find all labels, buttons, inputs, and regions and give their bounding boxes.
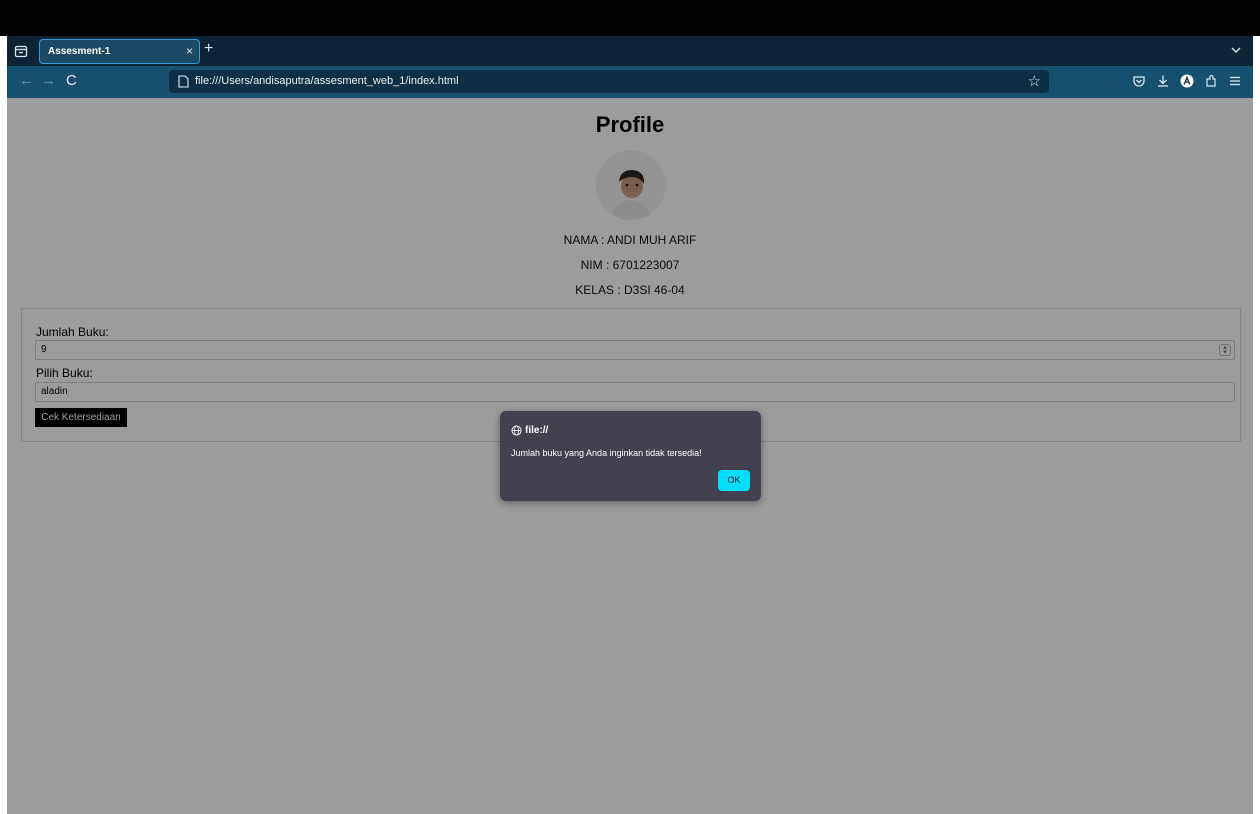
alert-dialog: file:// Jumlah buku yang Anda inginkan t… bbox=[500, 411, 761, 501]
tab-assesment[interactable]: Assesment-1 × bbox=[39, 39, 200, 64]
dialog-origin: file:// bbox=[525, 425, 549, 436]
browser-chrome: Assesment-1 × + ← → C file:///Users/andi… bbox=[7, 36, 1253, 98]
url-bar[interactable]: file:///Users/andisaputra/assesment_web_… bbox=[169, 70, 1049, 93]
url-text[interactable]: file:///Users/andisaputra/assesment_web_… bbox=[195, 75, 459, 87]
forward-button[interactable]: → bbox=[41, 72, 56, 89]
chevron-down-icon[interactable] bbox=[1229, 43, 1243, 57]
pocket-icon[interactable] bbox=[1131, 73, 1147, 89]
back-button[interactable]: ← bbox=[19, 72, 34, 89]
globe-icon bbox=[511, 425, 522, 436]
new-tab-button[interactable]: + bbox=[204, 40, 213, 58]
tab-title: Assesment-1 bbox=[48, 46, 111, 57]
extensions-icon[interactable] bbox=[1203, 73, 1219, 89]
menu-icon[interactable] bbox=[1227, 73, 1243, 89]
screen: Assesment-1 × + ← → C file:///Users/andi… bbox=[0, 0, 1260, 814]
account-icon[interactable] bbox=[1179, 73, 1195, 89]
dialog-message: Jumlah buku yang Anda inginkan tidak ter… bbox=[511, 448, 702, 458]
ok-button[interactable]: OK bbox=[718, 470, 750, 491]
close-icon[interactable]: × bbox=[186, 44, 193, 58]
tab-strip: Assesment-1 × + bbox=[7, 36, 1253, 66]
sidebar-icon[interactable] bbox=[13, 43, 29, 59]
bookmark-star-icon[interactable]: ☆ bbox=[1028, 72, 1041, 90]
menu-bar bbox=[0, 0, 1260, 36]
reload-button[interactable]: C bbox=[66, 72, 77, 89]
nav-toolbar: ← → C file:///Users/andisaputra/assesmen… bbox=[7, 66, 1253, 98]
file-icon bbox=[178, 75, 189, 88]
download-icon[interactable] bbox=[1155, 73, 1171, 89]
